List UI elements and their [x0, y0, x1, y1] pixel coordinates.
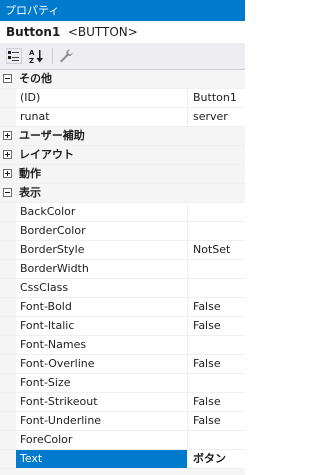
- property-row-cssclass[interactable]: CssClass: [0, 279, 245, 298]
- property-value[interactable]: NotSet: [188, 241, 245, 259]
- property-row-runat[interactable]: runat server: [0, 108, 245, 127]
- object-selector[interactable]: Button1 <BUTTON>: [0, 21, 245, 43]
- property-row-font-names[interactable]: Font-Names: [0, 336, 245, 355]
- svg-text:A: A: [29, 49, 35, 57]
- property-value[interactable]: ボタン: [188, 450, 245, 468]
- category-behavior[interactable]: 動作: [0, 165, 245, 184]
- svg-text:Z: Z: [29, 57, 34, 64]
- property-row-backcolor[interactable]: BackColor: [0, 203, 245, 222]
- property-value[interactable]: [188, 374, 245, 392]
- category-appearance[interactable]: 表示: [0, 184, 245, 203]
- property-row-borderwidth[interactable]: BorderWidth: [0, 260, 245, 279]
- property-value[interactable]: [188, 336, 245, 354]
- property-name: Font-Overline: [16, 355, 187, 373]
- property-name: Text: [16, 450, 187, 468]
- category-misc[interactable]: その他: [0, 70, 245, 89]
- expand-icon[interactable]: [3, 131, 12, 140]
- collapse-icon[interactable]: [3, 188, 12, 197]
- object-type: <BUTTON>: [67, 25, 138, 39]
- property-value[interactable]: Button1: [188, 89, 245, 107]
- category-label: その他: [19, 72, 52, 85]
- property-value[interactable]: [188, 203, 245, 221]
- property-name: Font-Strikeout: [16, 393, 187, 411]
- alphabetical-sort-icon[interactable]: A Z: [28, 48, 44, 65]
- property-value[interactable]: [188, 431, 245, 449]
- property-value[interactable]: False: [188, 393, 245, 411]
- property-row-font-italic[interactable]: Font-Italic False: [0, 317, 245, 336]
- category-label: 動作: [19, 167, 41, 180]
- object-name: Button1: [6, 25, 61, 39]
- property-name: Font-Bold: [16, 298, 187, 316]
- collapse-icon[interactable]: [3, 74, 12, 83]
- category-label: レイアウト: [19, 148, 74, 161]
- property-value[interactable]: False: [188, 298, 245, 316]
- category-label: ユーザー補助: [19, 129, 85, 142]
- window-title: プロパティ: [5, 4, 60, 17]
- category-layout[interactable]: レイアウト: [0, 146, 245, 165]
- expand-icon[interactable]: [3, 150, 12, 159]
- window-title-bar: プロパティ: [0, 0, 245, 21]
- category-accessibility[interactable]: ユーザー補助: [0, 127, 245, 146]
- property-name: (ID): [16, 89, 187, 107]
- property-row-bordercolor[interactable]: BorderColor: [0, 222, 245, 241]
- category-label: 表示: [19, 186, 41, 199]
- property-value[interactable]: False: [188, 355, 245, 373]
- property-value[interactable]: [188, 279, 245, 297]
- property-toolbar: A Z: [0, 43, 245, 70]
- property-row-font-strikeout[interactable]: Font-Strikeout False: [0, 393, 245, 412]
- expand-icon[interactable]: [3, 169, 12, 178]
- property-name: BorderStyle: [16, 241, 187, 259]
- property-row-font-bold[interactable]: Font-Bold False: [0, 298, 245, 317]
- property-value[interactable]: [188, 260, 245, 278]
- property-pages-wrench-icon[interactable]: [58, 48, 74, 64]
- property-name: Font-Underline: [16, 412, 187, 430]
- property-name: BorderWidth: [16, 260, 187, 278]
- property-name: Font-Italic: [16, 317, 187, 335]
- property-name: CssClass: [16, 279, 187, 297]
- property-value[interactable]: [188, 222, 245, 240]
- property-row-forecolor[interactable]: ForeColor: [0, 431, 245, 450]
- property-value[interactable]: False: [188, 317, 245, 335]
- property-row-text-selected[interactable]: Text ボタン: [0, 450, 245, 469]
- property-grid: その他 (ID) Button1 runat server ユーザー補助 レイア…: [0, 70, 245, 475]
- property-name: ForeColor: [16, 431, 187, 449]
- property-row-font-overline[interactable]: Font-Overline False: [0, 355, 245, 374]
- categorized-view-icon[interactable]: [6, 48, 22, 64]
- property-name: BackColor: [16, 203, 187, 221]
- property-row-borderstyle[interactable]: BorderStyle NotSet: [0, 241, 245, 260]
- toolbar-separator: [52, 48, 53, 64]
- property-value[interactable]: server: [188, 108, 245, 126]
- property-row-id[interactable]: (ID) Button1: [0, 89, 245, 108]
- property-name: BorderColor: [16, 222, 187, 240]
- property-row-font-underline[interactable]: Font-Underline False: [0, 412, 245, 431]
- property-value[interactable]: False: [188, 412, 245, 430]
- property-name: runat: [16, 108, 187, 126]
- property-name: Font-Names: [16, 336, 187, 354]
- property-name: Font-Size: [16, 374, 187, 392]
- property-row-font-size[interactable]: Font-Size: [0, 374, 245, 393]
